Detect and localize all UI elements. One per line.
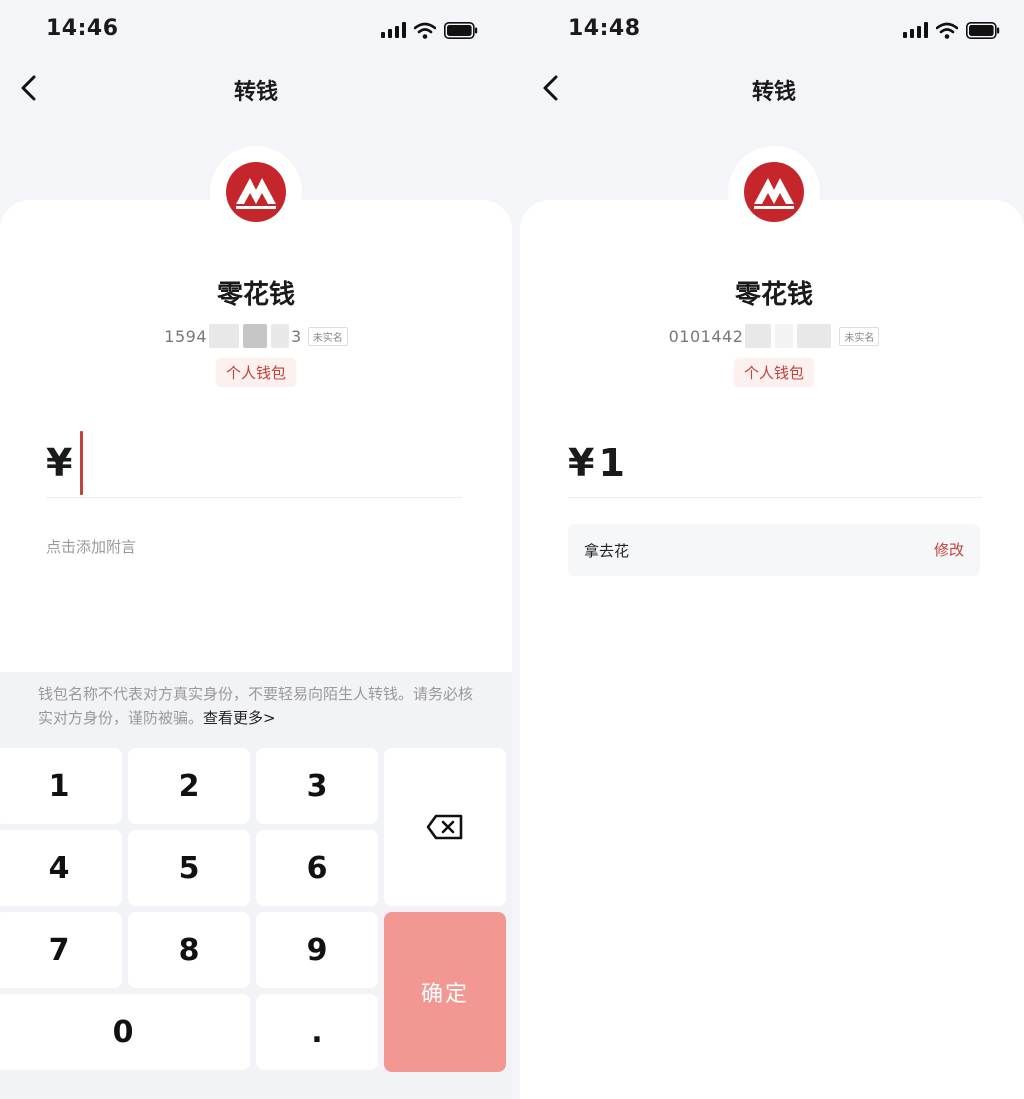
key-6[interactable]: 6 (256, 830, 378, 906)
wifi-icon (936, 22, 958, 39)
memo-text: 拿去花 (584, 542, 630, 560)
account-row: 0101442 未实名 (512, 322, 1024, 350)
account-number-prefix: 0101442 (668, 326, 744, 346)
cellular-signal-icon (903, 22, 928, 38)
left-screen: 14:46 转钱 零花钱 1594 3 未实名 个人钱包 ¥ 点击添加附言 钱包… (0, 0, 512, 1099)
battery-icon (966, 21, 1000, 39)
currency-symbol: ¥ (568, 440, 595, 485)
backspace-icon (426, 814, 463, 840)
page-title: 转钱 (233, 80, 278, 105)
confirm-button[interactable]: 确定 (384, 912, 506, 1072)
key-9[interactable]: 9 (256, 912, 378, 988)
masked-digits (797, 324, 832, 348)
key-1[interactable]: 1 (0, 748, 122, 824)
amount-input[interactable]: ¥ (46, 428, 462, 498)
bank-logo (728, 146, 820, 238)
status-icons (381, 20, 478, 40)
bank-logo (210, 146, 302, 238)
nav-bar: 转钱 (512, 62, 1024, 114)
masked-digits (209, 324, 240, 348)
key-2[interactable]: 2 (128, 748, 250, 824)
bank-logo-icon (744, 162, 804, 222)
key-5[interactable]: 5 (128, 830, 250, 906)
status-bar: 14:46 (0, 0, 512, 60)
text-cursor (80, 430, 84, 495)
page-title: 转钱 (751, 80, 796, 105)
account-number-prefix: 1594 (164, 326, 208, 346)
account-number-suffix: 3 (291, 326, 302, 346)
wallet-name: 零花钱 (734, 280, 813, 310)
account-row: 1594 3 未实名 (0, 322, 512, 350)
masked-digits (775, 324, 794, 348)
key-3[interactable]: 3 (256, 748, 378, 824)
backspace-button[interactable] (384, 748, 506, 906)
key-0[interactable]: 0 (0, 994, 250, 1070)
key-4[interactable]: 4 (0, 830, 122, 906)
status-time: 14:48 (568, 16, 641, 41)
status-icons (903, 20, 1000, 40)
amount-input[interactable]: ¥ 1 (568, 428, 982, 498)
memo-box: 拿去花 修改 (568, 524, 980, 576)
numeric-keypad: 1 2 3 4 5 6 7 8 9 确定 0 . (0, 744, 512, 1099)
see-more-link[interactable]: 查看更多> (203, 709, 276, 727)
wallet-name: 零花钱 (216, 280, 295, 310)
key-decimal[interactable]: . (256, 994, 378, 1070)
amount-value: 1 (598, 440, 625, 485)
bank-logo-icon (226, 162, 286, 222)
cellular-signal-icon (381, 22, 406, 38)
masked-digits (271, 324, 290, 348)
key-8[interactable]: 8 (128, 912, 250, 988)
unverified-badge: 未实名 (307, 326, 348, 346)
key-7[interactable]: 7 (0, 912, 122, 988)
currency-symbol: ¥ (46, 440, 73, 485)
right-screen: 14:48 转钱 零花钱 0101442 未实名 个人钱包 ¥ 1 拿去花 修改 (512, 0, 1024, 1099)
wallet-type-badge: 个人钱包 (215, 358, 297, 387)
status-bar: 14:48 (512, 0, 1024, 60)
wallet-type-badge: 个人钱包 (733, 358, 815, 387)
nav-bar: 转钱 (0, 62, 512, 114)
safety-warning: 钱包名称不代表对方真实身份，不要轻易向陌生人转钱。请务必核实对方身份，谨防被骗。… (0, 672, 512, 744)
status-time: 14:46 (46, 16, 119, 41)
edit-memo-button[interactable]: 修改 (934, 539, 964, 560)
wifi-icon (414, 22, 436, 39)
unverified-badge: 未实名 (839, 326, 880, 346)
add-memo-link[interactable]: 点击添加附言 (46, 536, 136, 557)
masked-digits (745, 324, 772, 348)
battery-icon (444, 21, 478, 39)
masked-digits (243, 324, 268, 348)
